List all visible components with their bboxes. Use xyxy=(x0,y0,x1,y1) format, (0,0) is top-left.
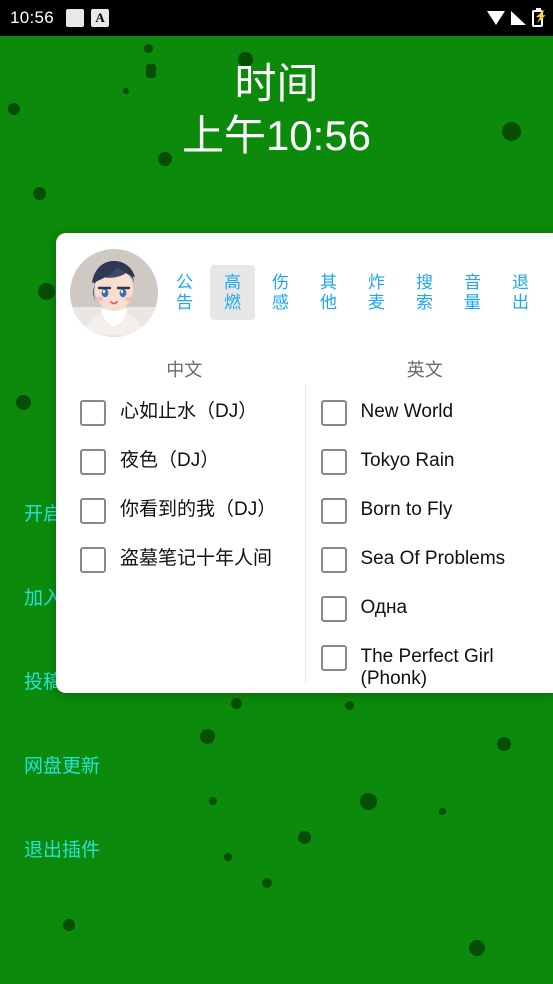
category-tabs: 公告 高燃 伤感 其他 炸麦 搜索 音量 退出 xyxy=(162,265,543,320)
white-square-icon xyxy=(66,9,85,27)
status-bar: 10:56 A xyxy=(0,0,553,36)
wifi-icon xyxy=(487,11,505,25)
avatar[interactable] xyxy=(70,248,158,337)
list-item-label: The Perfect Girl (Phonk) xyxy=(360,646,494,690)
column-english-header: 英文 xyxy=(406,360,443,380)
list-item-label: Born to Fly xyxy=(360,499,453,520)
checkbox[interactable] xyxy=(80,498,106,524)
list-item-label: Одна xyxy=(360,597,408,618)
menu-item-exit-plugin[interactable]: 退出插件 xyxy=(24,841,119,860)
list-item-label: Sea Of Problems xyxy=(360,548,506,569)
list-item[interactable]: Sea Of Problems xyxy=(311,539,540,588)
list-item-label: New World xyxy=(360,401,454,422)
list-item[interactable]: New World xyxy=(311,392,540,441)
list-item-label: 心如止水（DJ） xyxy=(120,401,258,422)
status-bar-clock: 10:56 xyxy=(10,8,55,27)
tab-mic-blast-label: 炸麦 xyxy=(368,273,385,312)
tab-announcement-label: 公告 xyxy=(176,273,193,312)
tab-exit[interactable]: 退出 xyxy=(498,265,543,319)
phone-screen: 10:56 A 时间 上午10:56 开启悬浮窗 加入群聊 投稿反馈 网盘更新 … xyxy=(0,0,553,984)
checkbox[interactable] xyxy=(320,400,347,426)
tab-announcement[interactable]: 公告 xyxy=(162,265,207,319)
list-item[interactable]: 盗墓笔记十年人间 xyxy=(70,539,299,588)
list-item-label: 你看到的我（DJ） xyxy=(120,499,277,520)
panel-header: 公告 高燃 伤感 其他 炸麦 搜索 音量 退出 xyxy=(56,233,553,350)
tab-other-label: 其他 xyxy=(320,273,337,312)
tab-sad[interactable]: 伤感 xyxy=(258,265,303,319)
menu-item-cloud-update[interactable]: 网盘更新 xyxy=(24,757,119,776)
tab-mic-blast[interactable]: 炸麦 xyxy=(354,265,399,319)
tab-search[interactable]: 搜索 xyxy=(402,265,447,319)
signal-icon xyxy=(511,11,526,25)
column-chinese: 中文 心如止水（DJ） 夜色（DJ） 你看到的我（DJ） 盗墓笔记十年人间 xyxy=(64,350,305,693)
list-item-label: 夜色（DJ） xyxy=(120,450,220,471)
list-item-label: Tokyo Rain xyxy=(360,450,455,471)
time-header: 时间 上午10:56 xyxy=(0,60,553,165)
list-item[interactable]: 夜色（DJ） xyxy=(70,441,299,490)
list-item-label: 盗墓笔记十年人间 xyxy=(120,548,273,569)
list-item[interactable]: Одна xyxy=(311,588,540,637)
checkbox[interactable] xyxy=(80,400,106,426)
column-english: 英文 New World Tokyo Rain Born to Fly Sea … xyxy=(305,350,546,693)
checkbox[interactable] xyxy=(320,596,347,622)
letter-a-badge-icon: A xyxy=(91,9,110,27)
checkbox[interactable] xyxy=(80,449,106,475)
tab-volume[interactable]: 音量 xyxy=(450,265,495,319)
tab-exit-label: 退出 xyxy=(512,273,529,312)
list-item[interactable]: 心如止水（DJ） xyxy=(70,392,299,441)
tab-volume-label: 音量 xyxy=(464,273,481,312)
checkbox[interactable] xyxy=(320,449,347,475)
tab-sad-label: 伤感 xyxy=(272,273,289,312)
list-item[interactable]: 你看到的我（DJ） xyxy=(70,490,299,539)
list-item[interactable]: Born to Fly xyxy=(311,490,540,539)
list-item[interactable]: Tokyo Rain xyxy=(311,441,540,490)
time-title: 时间 xyxy=(234,60,319,107)
time-value: 上午10:56 xyxy=(181,112,372,160)
column-chinese-header: 中文 xyxy=(166,360,203,380)
status-bar-right-icons xyxy=(487,7,548,27)
music-panel: 公告 高燃 伤感 其他 炸麦 搜索 音量 退出 中文 心如止水（DJ） 夜色（D… xyxy=(56,233,553,693)
tab-high-energy-label: 高燃 xyxy=(224,273,241,312)
list-item[interactable]: The Perfect Girl (Phonk) xyxy=(311,637,540,693)
song-lists: 中文 心如止水（DJ） 夜色（DJ） 你看到的我（DJ） 盗墓笔记十年人间 英文… xyxy=(56,350,553,693)
column-divider xyxy=(304,384,306,684)
checkbox[interactable] xyxy=(80,547,106,573)
tab-search-label: 搜索 xyxy=(416,273,433,312)
checkbox[interactable] xyxy=(320,498,347,524)
tab-other[interactable]: 其他 xyxy=(306,265,351,319)
checkbox[interactable] xyxy=(320,645,347,671)
checkbox[interactable] xyxy=(320,547,347,573)
battery-charging-icon xyxy=(532,7,548,27)
tab-high-energy[interactable]: 高燃 xyxy=(210,265,255,320)
status-bar-left-icons: A xyxy=(66,9,110,27)
